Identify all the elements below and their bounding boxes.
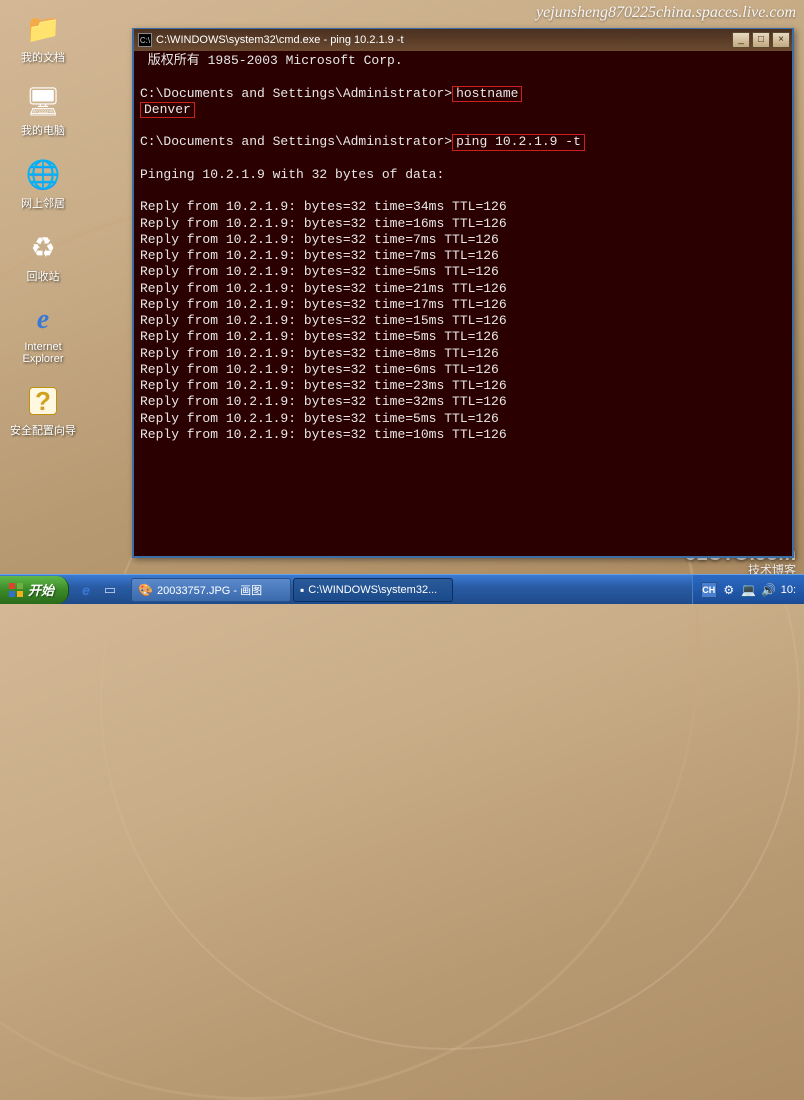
task-label: 20033757.JPG - 画图 — [157, 582, 262, 598]
maximize-button[interactable]: □ — [752, 32, 770, 48]
desktop-icon-recycle-bin[interactable]: ♻ 回收站 — [6, 229, 80, 284]
my-computer-icon: 🖥 — [25, 83, 61, 119]
desktop-icon-security-config-wizard[interactable]: ? 安全配置向导 — [6, 383, 80, 438]
terminal-body[interactable]: 版权所有 1985-2003 Microsoft Corp. C:\Docume… — [134, 51, 792, 556]
desktop-icon-my-computer[interactable]: 🖥 我的电脑 — [6, 83, 80, 138]
icon-label: Internet Explorer — [6, 341, 80, 365]
taskbar-items: 🎨 20033757.JPG - 画图 ▪ C:\WINDOWS\system32..… — [127, 578, 692, 602]
taskbar: 开始 e ▭ 🎨 20033757.JPG - 画图 ▪ C:\WINDOWS\sys… — [0, 574, 804, 604]
desktop-icon-internet-explorer[interactable]: e Internet Explorer — [6, 302, 80, 365]
tray-icon[interactable]: 🔊 — [761, 582, 777, 598]
windows-logo-icon — [8, 582, 24, 598]
start-button[interactable]: 开始 — [0, 576, 69, 604]
task-icon: 🎨 — [138, 583, 153, 597]
cmd-icon: C:\ — [138, 33, 152, 47]
internet-explorer-icon: e — [25, 302, 61, 338]
cmd-window: C:\ C:\WINDOWS\system32\cmd.exe - ping 1… — [132, 28, 794, 558]
desktop-icon-my-documents[interactable]: 📁 我的文档 — [6, 10, 80, 65]
watermark-top: yejunsheng870225china.spaces.live.com — [536, 4, 796, 22]
clock[interactable]: 10: — [781, 584, 796, 596]
icon-label: 网上邻居 — [6, 195, 80, 211]
network-places-icon: 🌐 — [25, 156, 61, 192]
icon-label: 回收站 — [6, 268, 80, 284]
task-label: C:\WINDOWS\system32... — [308, 584, 437, 596]
recycle-bin-icon: ♻ — [25, 229, 61, 265]
icon-label: 我的文档 — [6, 49, 80, 65]
window-title: C:\WINDOWS\system32\cmd.exe - ping 10.2.… — [156, 34, 732, 46]
ql-desktop-icon[interactable]: ▭ — [99, 579, 121, 601]
task-icon: ▪ — [300, 583, 304, 597]
security-config-wizard-icon: ? — [25, 383, 61, 419]
tray-icon[interactable]: 💻 — [741, 582, 757, 598]
language-indicator[interactable]: CH — [701, 582, 717, 598]
quick-launch: e ▭ — [69, 579, 127, 601]
taskbar-item[interactable]: 🎨 20033757.JPG - 画图 — [131, 578, 291, 602]
icon-label: 我的电脑 — [6, 122, 80, 138]
ql-ie-icon[interactable]: e — [75, 579, 97, 601]
minimize-button[interactable]: _ — [732, 32, 750, 48]
tray-icon[interactable]: ⚙ — [721, 582, 737, 598]
taskbar-item[interactable]: ▪ C:\WINDOWS\system32... — [293, 578, 453, 602]
desktop-icon-network-places[interactable]: 🌐 网上邻居 — [6, 156, 80, 211]
desktop-icons: 📁 我的文档 🖥 我的电脑 🌐 网上邻居 ♻ 回收站 e Internet Explorer? 安全… — [6, 10, 86, 456]
icon-label: 安全配置向导 — [6, 422, 80, 438]
titlebar[interactable]: C:\ C:\WINDOWS\system32\cmd.exe - ping 1… — [134, 29, 792, 51]
close-button[interactable]: × — [772, 32, 790, 48]
my-documents-icon: 📁 — [25, 10, 61, 46]
system-tray: CH ⚙ 💻 🔊 10: — [692, 575, 804, 604]
